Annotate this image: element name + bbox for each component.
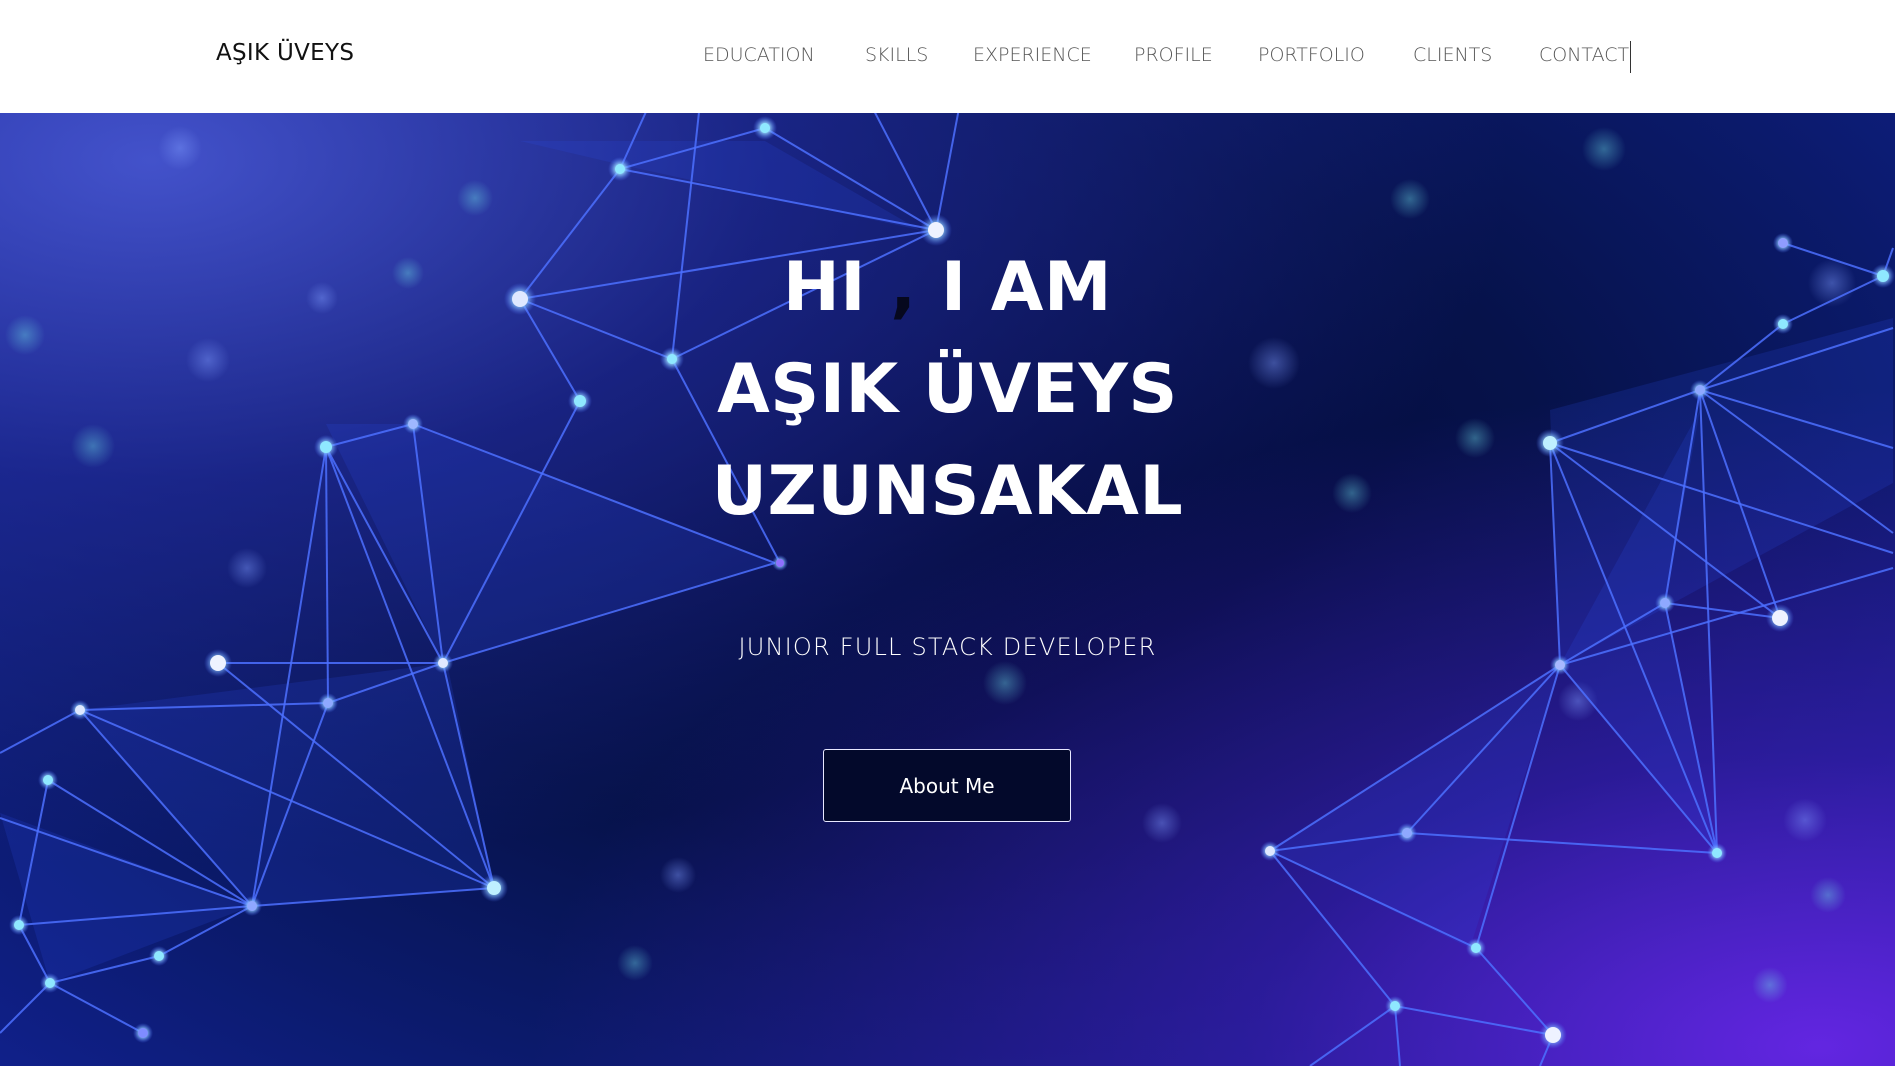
- about-me-button[interactable]: About Me: [823, 749, 1071, 822]
- main-nav: EDUCATION SKILLS EXPERIENCE PROFILE PORT…: [0, 41, 1895, 74]
- nav-link-education[interactable]: EDUCATION: [703, 44, 815, 66]
- nav-link-clients[interactable]: CLIENTS: [1413, 44, 1492, 66]
- nav-link-contact[interactable]: CONTACT: [1539, 41, 1632, 73]
- hero-subtitle: JUNIOR FULL STACK DEVELOPER: [738, 633, 1157, 661]
- nav-link-skills[interactable]: SKILLS: [865, 44, 928, 66]
- hero-name-line-2: UZUNSAKAL: [711, 452, 1184, 531]
- hero-name-line-1: AŞIK ÜVEYS: [717, 350, 1178, 429]
- greeting-hi: HI: [782, 248, 867, 327]
- nav-link-profile[interactable]: PROFILE: [1134, 44, 1213, 66]
- hero-greeting: HI , I AM: [0, 248, 1895, 327]
- greeting-comma: ,: [890, 248, 917, 327]
- greeting-i-am: I AM: [940, 248, 1113, 327]
- nav-link-portfolio[interactable]: PORTFOLIO: [1258, 44, 1365, 66]
- nav-link-experience[interactable]: EXPERIENCE: [973, 44, 1092, 66]
- hero-section: HI , I AM AŞIK ÜVEYS UZUNSAKAL JUNIOR FU…: [0, 113, 1895, 1066]
- top-navbar: AŞIK ÜVEYS EDUCATION SKILLS EXPERIENCE P…: [0, 0, 1895, 113]
